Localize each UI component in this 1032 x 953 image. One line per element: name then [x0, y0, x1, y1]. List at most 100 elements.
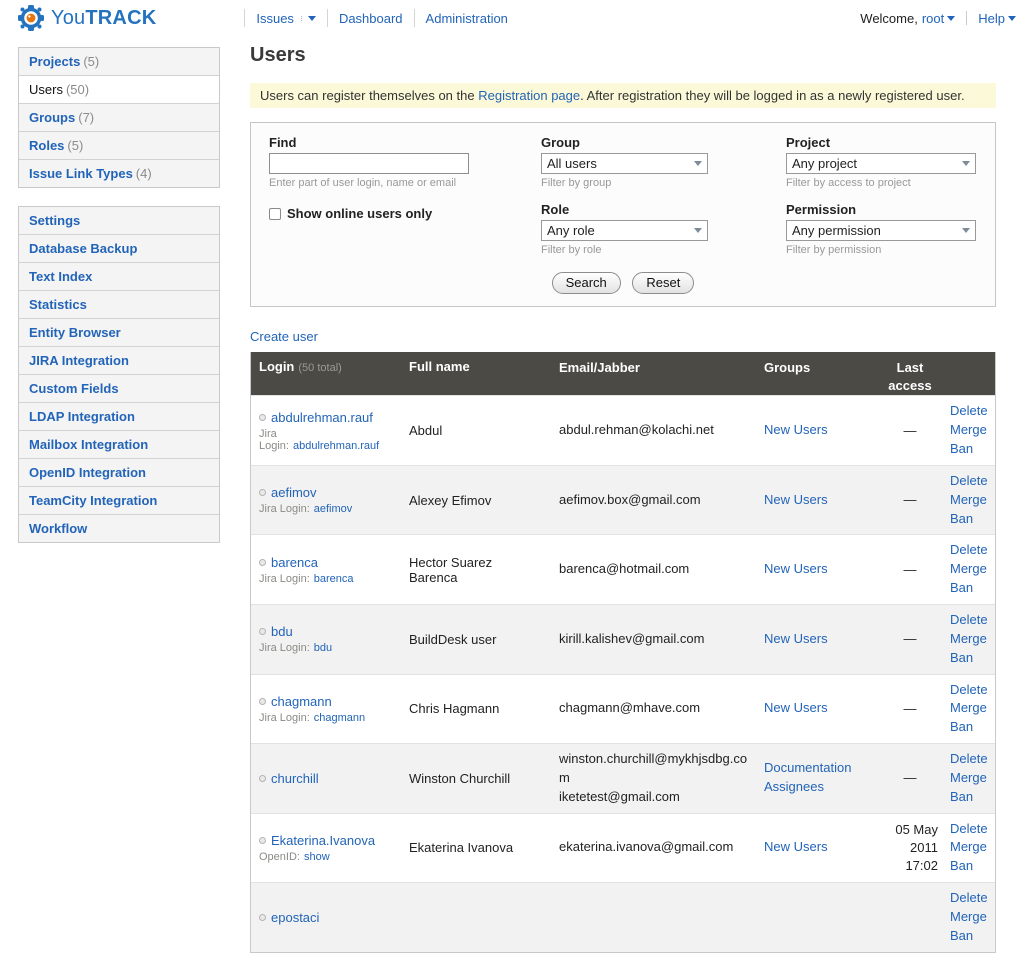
row-actions: DeleteMergeBan	[946, 820, 997, 877]
merge-user-link[interactable]: Merge	[950, 421, 993, 440]
group-link[interactable]: New Users	[764, 492, 828, 507]
full-name-cell: Ekaterina Ivanova	[401, 840, 551, 855]
ban-user-link[interactable]: Ban	[950, 510, 993, 529]
group-select[interactable]: All users	[541, 153, 708, 174]
permission-hint: Filter by permission	[786, 244, 977, 256]
sidebar-group-settings: SettingsDatabase BackupText IndexStatist…	[18, 206, 220, 543]
login-sub-value-link[interactable]: barenca	[314, 573, 354, 585]
sidebar-item-openid-integration[interactable]: OpenID Integration	[19, 459, 219, 487]
last-access-cell: —	[874, 700, 946, 718]
search-button[interactable]: Search	[552, 272, 621, 294]
ban-user-link[interactable]: Ban	[950, 579, 993, 598]
youtrack-logo[interactable]: YouTRACK	[18, 5, 156, 31]
ban-user-link[interactable]: Ban	[950, 927, 993, 946]
delete-user-link[interactable]: Delete	[950, 472, 993, 491]
main-nav: Issues Dashboard Administration	[244, 8, 519, 28]
user-status-icon	[259, 414, 266, 421]
registration-page-link[interactable]: Registration page	[478, 88, 580, 103]
delete-user-link[interactable]: Delete	[950, 681, 993, 700]
login-total-count: (50 total)	[298, 362, 341, 374]
show-online-checkbox[interactable]: Show online users only	[269, 206, 541, 221]
login-sub-value-link[interactable]: show	[304, 851, 330, 863]
merge-user-link[interactable]: Merge	[950, 838, 993, 857]
ban-user-link[interactable]: Ban	[950, 718, 993, 737]
user-login-link[interactable]: bdu	[271, 624, 293, 639]
banner-text: . After registration they will be logged…	[580, 88, 964, 103]
nav-dashboard[interactable]: Dashboard	[327, 9, 414, 27]
merge-user-link[interactable]: Merge	[950, 699, 993, 718]
login-sub-value-link[interactable]: chagmann	[314, 712, 365, 724]
project-select[interactable]: Any project	[786, 153, 976, 174]
merge-user-link[interactable]: Merge	[950, 630, 993, 649]
last-access-cell: —	[874, 561, 946, 579]
sidebar-item-workflow[interactable]: Workflow	[19, 515, 219, 542]
sidebar-item-settings[interactable]: Settings	[19, 207, 219, 235]
ban-user-link[interactable]: Ban	[950, 788, 993, 807]
group-link[interactable]: New Users	[764, 561, 828, 576]
user-login-link[interactable]: abdulrehman.rauf	[271, 410, 373, 425]
user-login-link[interactable]: aefimov	[271, 485, 317, 500]
user-login-link[interactable]: Ekaterina.Ivanova	[271, 833, 375, 848]
sidebar-item-teamcity-integration[interactable]: TeamCity Integration	[19, 487, 219, 515]
sidebar-item-statistics[interactable]: Statistics	[19, 291, 219, 319]
table-row: Ekaterina.Ivanova OpenID:show Ekaterina …	[251, 813, 995, 883]
sidebar-item-mailbox-integration[interactable]: Mailbox Integration	[19, 431, 219, 459]
issues-dropdown[interactable]	[301, 16, 316, 21]
ban-user-link[interactable]: Ban	[950, 440, 993, 459]
ban-user-link[interactable]: Ban	[950, 857, 993, 876]
divider	[966, 11, 967, 25]
delete-user-link[interactable]: Delete	[950, 541, 993, 560]
find-input[interactable]	[269, 153, 469, 174]
delete-user-link[interactable]: Delete	[950, 402, 993, 421]
merge-user-link[interactable]: Merge	[950, 491, 993, 510]
checkbox-icon[interactable]	[269, 208, 281, 220]
user-menu[interactable]: root	[922, 11, 955, 26]
sidebar-item-entity-browser[interactable]: Entity Browser	[19, 319, 219, 347]
sidebar-item-issue-link-types[interactable]: Issue Link Types(4)	[19, 160, 219, 187]
sidebar-item-custom-fields[interactable]: Custom Fields	[19, 375, 219, 403]
ban-user-link[interactable]: Ban	[950, 649, 993, 668]
delete-user-link[interactable]: Delete	[950, 889, 993, 908]
sidebar-item-groups[interactable]: Groups(7)	[19, 104, 219, 132]
delete-user-link[interactable]: Delete	[950, 611, 993, 630]
reset-button[interactable]: Reset	[632, 272, 694, 294]
user-status-icon	[259, 489, 266, 496]
login-sub-value-link[interactable]: aefimov	[314, 503, 353, 515]
group-link[interactable]: New Users	[764, 422, 828, 437]
group-link[interactable]: New Users	[764, 839, 828, 854]
filter-panel: Find Enter part of user login, name or e…	[250, 122, 996, 307]
merge-user-link[interactable]: Merge	[950, 560, 993, 579]
login-sub-value-link[interactable]: bdu	[314, 642, 332, 654]
group-link[interactable]: Documentation Assignees	[764, 760, 851, 794]
last-access-cell: —	[874, 769, 946, 787]
nav-issues-link[interactable]: Issues	[256, 11, 294, 26]
find-label: Find	[269, 135, 541, 150]
sidebar-item-text-index[interactable]: Text Index	[19, 263, 219, 291]
sidebar-item-roles[interactable]: Roles(5)	[19, 132, 219, 160]
group-link[interactable]: New Users	[764, 700, 828, 715]
login-sub-value-link[interactable]: abdulrehman.rauf	[293, 440, 379, 452]
sidebar-item-jira-integration[interactable]: JIRA Integration	[19, 347, 219, 375]
nav-administration[interactable]: Administration	[414, 9, 519, 27]
delete-user-link[interactable]: Delete	[950, 820, 993, 839]
groups-cell: Documentation Assignees	[756, 759, 874, 797]
merge-user-link[interactable]: Merge	[950, 908, 993, 927]
merge-user-link[interactable]: Merge	[950, 769, 993, 788]
email-cell: ekaterina.ivanova@gmail.com	[551, 838, 756, 857]
permission-select[interactable]: Any permission	[786, 220, 976, 241]
sidebar-item-database-backup[interactable]: Database Backup	[19, 235, 219, 263]
user-login-link[interactable]: epostaci	[271, 910, 319, 925]
user-login-link[interactable]: chagmann	[271, 694, 332, 709]
help-menu[interactable]: Help	[978, 11, 1016, 26]
sidebar-item-users[interactable]: Users(50)	[19, 76, 219, 104]
sidebar-item-projects[interactable]: Projects(5)	[19, 48, 219, 76]
user-login-link[interactable]: churchill	[271, 771, 319, 786]
sidebar-item-ldap-integration[interactable]: LDAP Integration	[19, 403, 219, 431]
login-sub-label: Jira Login:	[259, 642, 310, 654]
create-user-link[interactable]: Create user	[250, 329, 318, 344]
role-select[interactable]: Any role	[541, 220, 708, 241]
user-login-link[interactable]: barenca	[271, 555, 318, 570]
nav-issues[interactable]: Issues	[244, 9, 327, 27]
delete-user-link[interactable]: Delete	[950, 750, 993, 769]
group-link[interactable]: New Users	[764, 631, 828, 646]
